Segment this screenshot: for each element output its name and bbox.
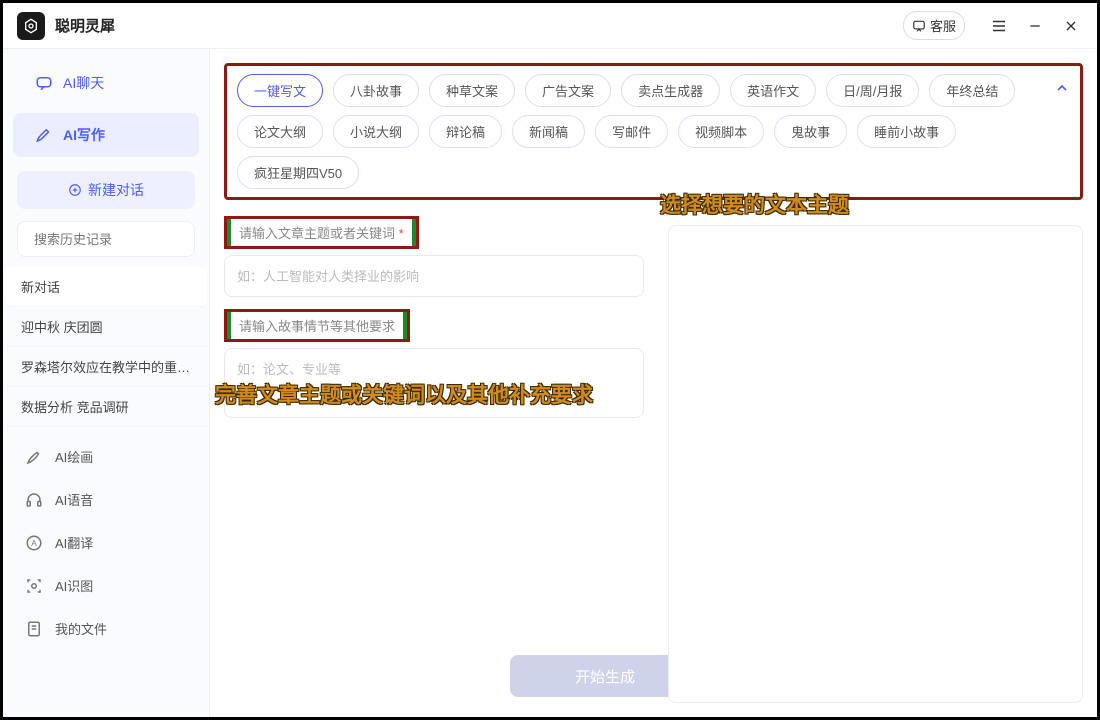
chat-icon bbox=[35, 74, 53, 92]
topic-chip[interactable]: 英语作文 bbox=[730, 74, 816, 107]
new-chat-label: 新建对话 bbox=[88, 180, 144, 200]
topic-chip[interactable]: 新闻稿 bbox=[512, 115, 585, 148]
topic-selector: 一键写文 八卦故事 种草文案 广告文案 卖点生成器 英语作文 日/周/月报 年终… bbox=[224, 63, 1083, 200]
search-input[interactable] bbox=[34, 232, 210, 247]
topic-chip[interactable]: 广告文案 bbox=[525, 74, 611, 107]
collapse-toggle[interactable] bbox=[1054, 80, 1070, 101]
topic-chip[interactable]: 一键写文 bbox=[237, 74, 323, 107]
topic-chip[interactable]: 写邮件 bbox=[595, 115, 668, 148]
history-item[interactable]: 数据分析 竞品调研 bbox=[5, 387, 207, 427]
chat-bubble-icon bbox=[912, 19, 926, 33]
support-label: 客服 bbox=[930, 16, 956, 35]
content-area: 一键写文 八卦故事 种草文案 广告文案 卖点生成器 英语作文 日/周/月报 年终… bbox=[210, 49, 1097, 717]
tab-label: AI聊天 bbox=[63, 73, 104, 93]
topic-chip[interactable]: 鬼故事 bbox=[774, 115, 847, 148]
app-logo bbox=[17, 12, 45, 40]
new-chat-button[interactable]: 新建对话 bbox=[17, 171, 195, 209]
tool-label: AI语音 bbox=[55, 490, 93, 509]
title-bar: 聪明灵犀 客服 bbox=[3, 3, 1097, 49]
tools-list: AI绘画 AI语音 A AI翻译 AI识图 我的文件 bbox=[3, 435, 209, 650]
tab-ai-chat[interactable]: AI聊天 bbox=[13, 61, 199, 105]
annotation-inner-box: 请输入文章主题或者关键词 * bbox=[227, 219, 416, 246]
search-box[interactable] bbox=[17, 221, 195, 257]
topic-input[interactable]: 如：人工智能对人类择业的影响 bbox=[224, 255, 644, 297]
chevron-up-icon bbox=[1054, 80, 1070, 96]
tool-label: AI翻译 bbox=[55, 533, 93, 552]
history-item[interactable]: 新对话 bbox=[5, 267, 207, 307]
topic-chip[interactable]: 八卦故事 bbox=[333, 74, 419, 107]
annotation-inner-box: 请输入故事情节等其他要求 bbox=[227, 312, 407, 339]
topic-chip[interactable]: 种草文案 bbox=[429, 74, 515, 107]
topic-chip[interactable]: 小说大纲 bbox=[333, 115, 419, 148]
annotation-highlight-box: 请输入故事情节等其他要求 bbox=[224, 309, 410, 342]
tool-ai-vision[interactable]: AI识图 bbox=[3, 564, 209, 607]
history-item[interactable]: 迎中秋 庆团圆 bbox=[5, 307, 207, 347]
topic-chip[interactable]: 卖点生成器 bbox=[621, 74, 720, 107]
tab-ai-write[interactable]: AI写作 bbox=[13, 113, 199, 157]
tool-label: AI绘画 bbox=[55, 447, 93, 466]
topic-chip[interactable]: 视频脚本 bbox=[678, 115, 764, 148]
topic-input-label: 请输入文章主题或者关键词 * bbox=[231, 219, 412, 246]
annotation-highlight-box: 请输入文章主题或者关键词 * bbox=[224, 216, 419, 249]
detail-input-label: 请输入故事情节等其他要求 bbox=[231, 312, 403, 339]
scan-icon bbox=[25, 577, 43, 595]
translate-icon: A bbox=[25, 534, 43, 552]
app-title: 聪明灵犀 bbox=[55, 15, 115, 36]
topic-chip[interactable]: 年终总结 bbox=[929, 74, 1015, 107]
svg-text:A: A bbox=[31, 539, 37, 548]
brush-icon bbox=[25, 448, 43, 466]
topic-chip[interactable]: 睡前小故事 bbox=[857, 115, 956, 148]
headphone-icon bbox=[25, 491, 43, 509]
minimize-icon[interactable] bbox=[1023, 14, 1047, 38]
tab-label: AI写作 bbox=[63, 125, 105, 145]
history-item[interactable]: 罗森塔尔效应在教学中的重要… bbox=[5, 347, 207, 387]
tool-ai-translate[interactable]: A AI翻译 bbox=[3, 521, 209, 564]
history-list: 新对话 迎中秋 庆团圆 罗森塔尔效应在教学中的重要… 数据分析 竞品调研 bbox=[3, 267, 209, 427]
close-icon[interactable] bbox=[1059, 14, 1083, 38]
tool-label: AI识图 bbox=[55, 576, 93, 595]
plus-circle-icon bbox=[68, 183, 82, 197]
sidebar: AI聊天 AI写作 新建对话 新对话 迎中秋 庆团圆 罗森塔尔效应在教学中的重要… bbox=[3, 49, 210, 717]
file-icon bbox=[25, 620, 43, 638]
topic-chip[interactable]: 辩论稿 bbox=[429, 115, 502, 148]
tool-ai-paint[interactable]: AI绘画 bbox=[3, 435, 209, 478]
support-button[interactable]: 客服 bbox=[903, 11, 965, 40]
detail-input[interactable]: 如：论文、专业等 bbox=[224, 348, 644, 418]
topic-chip[interactable]: 日/周/月报 bbox=[826, 74, 919, 107]
pen-icon bbox=[35, 126, 53, 144]
tool-ai-voice[interactable]: AI语音 bbox=[3, 478, 209, 521]
topic-chip[interactable]: 论文大纲 bbox=[237, 115, 323, 148]
topic-chip[interactable]: 疯狂星期四V50 bbox=[237, 156, 359, 189]
tool-my-files[interactable]: 我的文件 bbox=[3, 607, 209, 650]
menu-icon[interactable] bbox=[987, 14, 1011, 38]
tool-label: 我的文件 bbox=[55, 619, 107, 638]
output-panel bbox=[668, 225, 1083, 703]
